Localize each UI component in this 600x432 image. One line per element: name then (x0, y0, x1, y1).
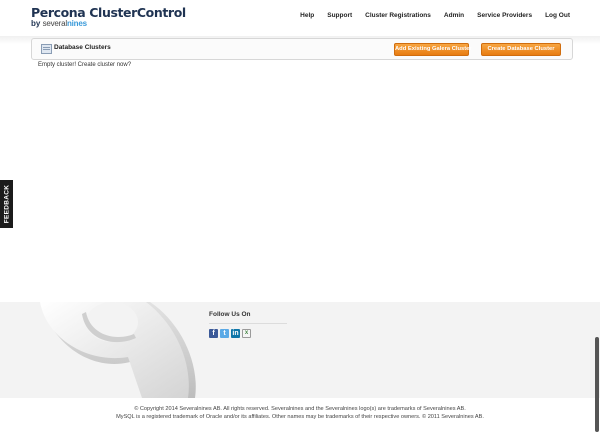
nav-cluster-registrations-link[interactable]: Cluster Registrations (365, 12, 431, 19)
empty-cluster-message[interactable]: Empty cluster! Create cluster now? (38, 62, 131, 68)
social-links: f t in x (209, 329, 251, 338)
copyright-line-1: © Copyright 2014 Severalnines AB. All ri… (134, 406, 466, 412)
linkedin-icon[interactable]: in (231, 329, 240, 338)
brand-several: several (42, 19, 68, 28)
brand-nines: nines (66, 19, 87, 28)
create-database-cluster-button[interactable]: Create Database Cluster (481, 43, 561, 56)
xing-icon[interactable]: x (242, 329, 251, 338)
top-nav: Help Support Cluster Registrations Admin… (287, 12, 570, 19)
logo-subtitle: by severalnines (31, 19, 186, 28)
nav-support-link[interactable]: Support (327, 12, 352, 19)
feedback-label: FEEDBACK (3, 184, 10, 224)
percona-clustercontrol-logo[interactable]: Percona ClusterControl by severalnines (31, 6, 186, 28)
feedback-tab[interactable]: FEEDBACK (0, 180, 13, 228)
panel-title: Database Clusters (54, 44, 111, 51)
severalnines-brand: severalnines (43, 19, 87, 28)
copyright-line-2: MySQL is a registered trademark of Oracl… (116, 414, 484, 420)
follow-us-title: Follow Us On (209, 311, 251, 318)
nav-help-link[interactable]: Help (300, 12, 314, 19)
twitter-icon[interactable]: t (220, 329, 229, 338)
add-existing-galera-cluster-button[interactable]: Add Existing Galera Cluster (394, 43, 472, 56)
nav-admin-link[interactable]: Admin (444, 12, 464, 19)
main-content (0, 36, 600, 302)
page-scrollbar[interactable] (595, 337, 599, 432)
header: Percona ClusterControl by severalnines H… (0, 0, 600, 36)
facebook-icon[interactable]: f (209, 329, 218, 338)
database-list-icon (41, 44, 52, 54)
nav-logout-link[interactable]: Log Out (545, 12, 570, 19)
footer: Follow Us On f t in x (0, 302, 600, 398)
severalnines-watermark-logo (40, 302, 196, 398)
database-clusters-panel: Database Clusters Add Existing Galera Cl… (31, 38, 573, 60)
follow-divider (209, 323, 287, 324)
nav-service-providers-link[interactable]: Service Providers (477, 12, 532, 19)
logo-by: by (31, 19, 41, 28)
logo-title: Percona ClusterControl (31, 5, 186, 20)
